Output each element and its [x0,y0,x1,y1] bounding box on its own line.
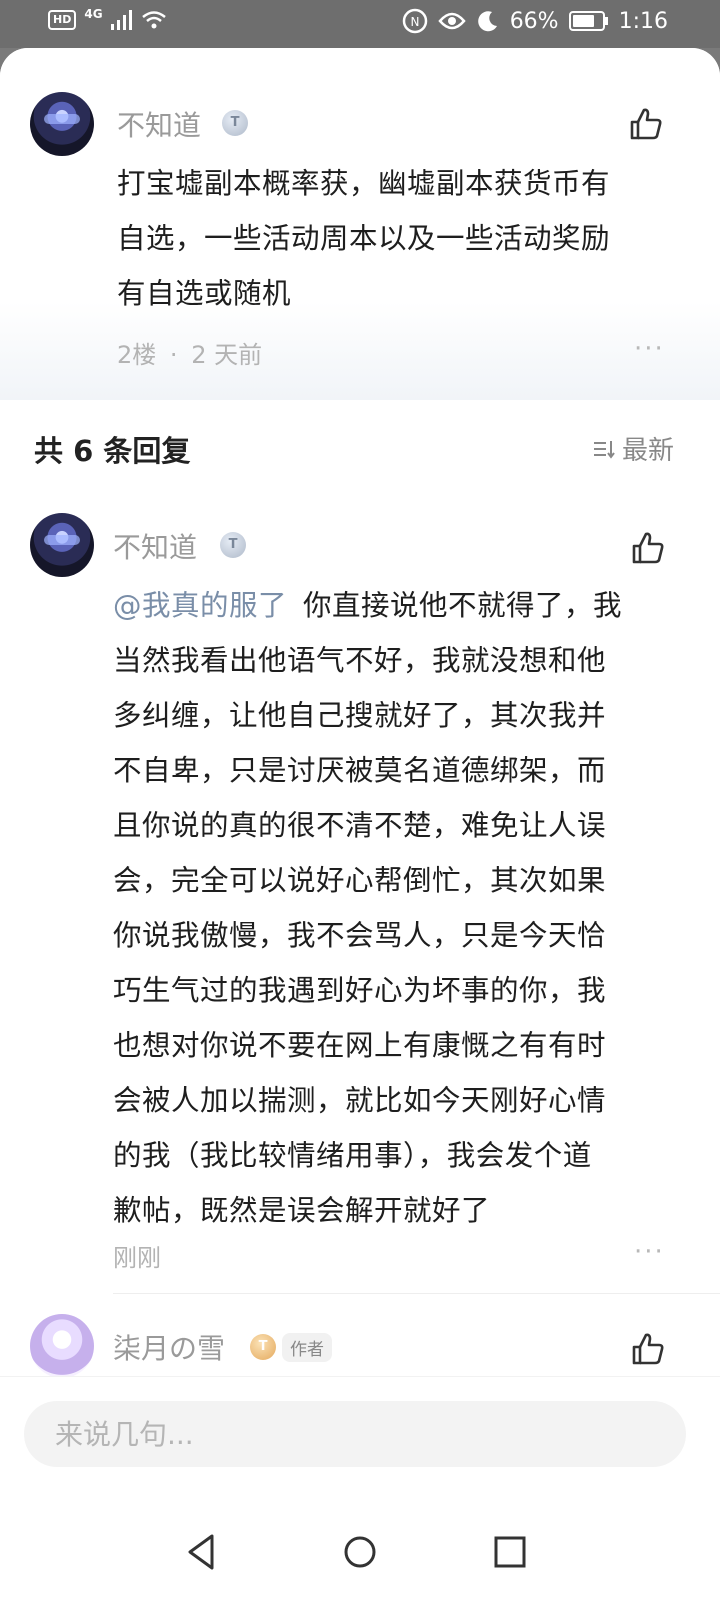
comment-input[interactable] [24,1401,686,1467]
reply-line: 也想对你说不要在网上有康慨之有有时 [113,1029,607,1062]
level-badge: T [250,1334,276,1360]
timestamp: 2 天前 [191,341,263,369]
signal-icon [110,10,132,30]
eye-icon [438,12,466,30]
recents-icon[interactable] [486,1528,534,1576]
avatar[interactable] [30,1314,94,1378]
main-comment: 不知道 T 打宝墟副本概率获，幽墟副本获货币有 自选，一些活动周本以及一些活动奖… [0,48,720,400]
wifi-icon [141,11,166,29]
meta-separator: · [169,341,178,369]
comment-line: 有自选或随机 [117,277,292,310]
sort-icon [593,440,615,459]
reply-line: 歉帖，既然是误会解开就好了 [113,1194,491,1227]
reply-line: 会被人加以揣测，就比如今天刚好心情 [113,1084,607,1117]
username[interactable]: 不知道 [117,104,201,144]
reply-line: 会，完全可以说好心帮倒忙，其次如果 [113,864,607,897]
battery-percent: 66% [509,8,559,34]
reply-line: 不自卑，只是讨厌被莫名道德绑架，而 [113,754,607,787]
username[interactable]: 柒月の雪 [113,1327,225,1367]
comment-line: 自选，一些活动周本以及一些活动奖励 [117,222,611,255]
reply-line: @我真的服了 你直接说他不就得了，我 [113,578,622,633]
home-icon[interactable] [336,1528,384,1576]
battery-icon [568,11,608,31]
reply-line: 巧生气过的我遇到好心为坏事的你，我 [113,974,607,1007]
svg-text:N: N [410,15,419,29]
more-options-icon[interactable]: ··· [634,1237,665,1267]
back-icon[interactable] [178,1528,226,1576]
status-bar: HD 4G N 66% 1:16 [0,0,720,48]
avatar[interactable] [30,92,94,156]
username[interactable]: 不知道 [113,526,197,566]
sort-button[interactable]: 最新 [592,430,674,467]
reply-line: 且你说的真的很不清不楚，难免让人误 [113,809,607,842]
reply-line: 当然我看出他语气不好，我就没想和他 [113,644,607,677]
clock: 1:16 [618,8,668,34]
status-left: HD 4G [48,7,167,30]
level-badge: T [220,532,246,558]
comment-meta: 2楼 · 2 天前 [117,335,262,370]
hd-icon: HD [48,10,77,30]
author-tag: 作者 [282,1333,332,1362]
reply-line: 的我（我比较情绪用事），我会发个道 [113,1139,592,1172]
reply-line-text: 你直接说他不就得了，我 [303,589,623,622]
like-icon[interactable] [630,1331,666,1367]
floor-label: 2楼 [117,341,157,369]
comment-sheet: 不知道 T 打宝墟副本概率获，幽墟副本获货币有 自选，一些活动周本以及一些活动奖… [0,48,720,1600]
replies-count-header: 共 6 条回复 [34,434,191,468]
reply-line: 你说我傲慢，我不会骂人，只是今天恰 [113,919,607,952]
avatar[interactable] [30,513,94,577]
level-badge: T [222,110,248,136]
divider [113,1293,720,1294]
system-nav-bar [0,1528,720,1600]
reply-body: @我真的服了 你直接说他不就得了，我 当然我看出他语气不好，我就没想和他 多纠缠，… [113,578,622,1238]
like-icon[interactable] [630,530,666,566]
like-icon[interactable] [628,106,664,142]
network-type: 4G [84,7,103,21]
status-right: N 66% 1:16 [402,8,668,34]
nfc-icon: N [402,8,427,34]
more-options-icon[interactable]: ··· [634,334,665,364]
sort-label: 最新 [621,436,674,466]
comment-line: 打宝墟副本概率获，幽墟副本获货币有 [117,167,611,200]
comment-body: 打宝墟副本概率获，幽墟副本获货币有 自选，一些活动周本以及一些活动奖励 有自选或… [117,156,610,321]
timestamp: 刚刚 [113,1244,161,1272]
reply-line: 多纠缠，让他自己搜就好了，其次我并 [113,699,607,732]
moon-icon [477,11,497,32]
mention-link[interactable]: @我真的服了 [113,589,287,622]
